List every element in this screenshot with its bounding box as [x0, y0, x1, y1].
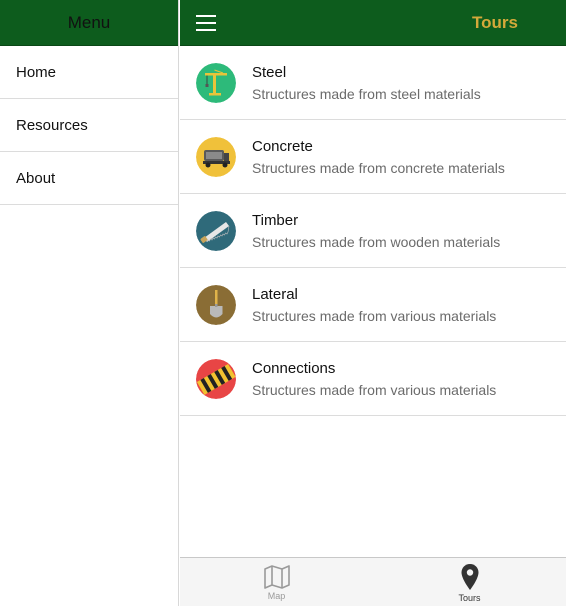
tour-subtitle: Structures made from various materials: [252, 307, 497, 324]
sidebar-item-label: Resources: [16, 116, 88, 134]
tour-item-timber[interactable]: Timber Structures made from wooden mater…: [180, 194, 566, 268]
tab-tours[interactable]: Tours: [373, 558, 566, 606]
concrete-mixer-icon: [196, 136, 236, 177]
tour-subtitle: Structures made from concrete materials: [252, 159, 505, 176]
bottom-tab-bar: Map Tours: [180, 557, 566, 606]
tour-text: Connections Structures made from various…: [252, 359, 496, 399]
main-panel: Tours Steel Structures made from steel m…: [180, 0, 566, 606]
sidebar: Menu Home Resources About: [0, 0, 179, 606]
tour-text: Concrete Structures made from concrete m…: [252, 137, 505, 177]
sidebar-item-about[interactable]: About: [0, 152, 178, 205]
tour-item-concrete[interactable]: Concrete Structures made from concrete m…: [180, 120, 566, 194]
tour-title: Connections: [252, 359, 336, 377]
hamburger-icon[interactable]: [196, 14, 216, 31]
tour-title: Steel: [252, 63, 287, 81]
app: Menu Home Resources About Tours Steel St…: [0, 0, 566, 606]
sidebar-item-label: Home: [16, 63, 57, 81]
tour-item-steel[interactable]: Steel Structures made from steel materia…: [180, 46, 566, 120]
tour-text: Steel Structures made from steel materia…: [252, 63, 481, 103]
top-bar: Tours: [180, 0, 566, 46]
tour-item-lateral[interactable]: Lateral Structures made from various mat…: [180, 268, 566, 342]
hazard-stripes-icon: [196, 358, 236, 399]
location-pin-icon: [461, 564, 478, 590]
tour-subtitle: Structures made from steel materials: [252, 85, 481, 102]
tour-text: Timber Structures made from wooden mater…: [252, 211, 500, 251]
shovel-icon: [196, 284, 236, 325]
tour-item-connections[interactable]: Connections Structures made from various…: [180, 342, 566, 416]
tour-title: Timber: [252, 211, 299, 229]
sidebar-item-home[interactable]: Home: [0, 46, 178, 99]
saw-icon: [196, 210, 236, 251]
tour-title: Concrete: [252, 137, 313, 155]
sidebar-item-resources[interactable]: Resources: [0, 99, 178, 152]
tab-label: Tours: [458, 593, 481, 603]
map-icon: [263, 565, 290, 589]
page-title: Tours: [472, 12, 518, 32]
tab-map[interactable]: Map: [180, 558, 373, 606]
tour-text: Lateral Structures made from various mat…: [252, 285, 496, 325]
sidebar-header: Menu: [0, 0, 178, 46]
sidebar-title: Menu: [67, 12, 111, 32]
tour-subtitle: Structures made from various materials: [252, 381, 497, 398]
tour-title: Lateral: [252, 285, 298, 303]
crane-icon: [196, 62, 236, 103]
sidebar-item-label: About: [16, 169, 56, 187]
tour-subtitle: Structures made from wooden materials: [252, 233, 501, 250]
tab-label: Map: [267, 591, 286, 601]
